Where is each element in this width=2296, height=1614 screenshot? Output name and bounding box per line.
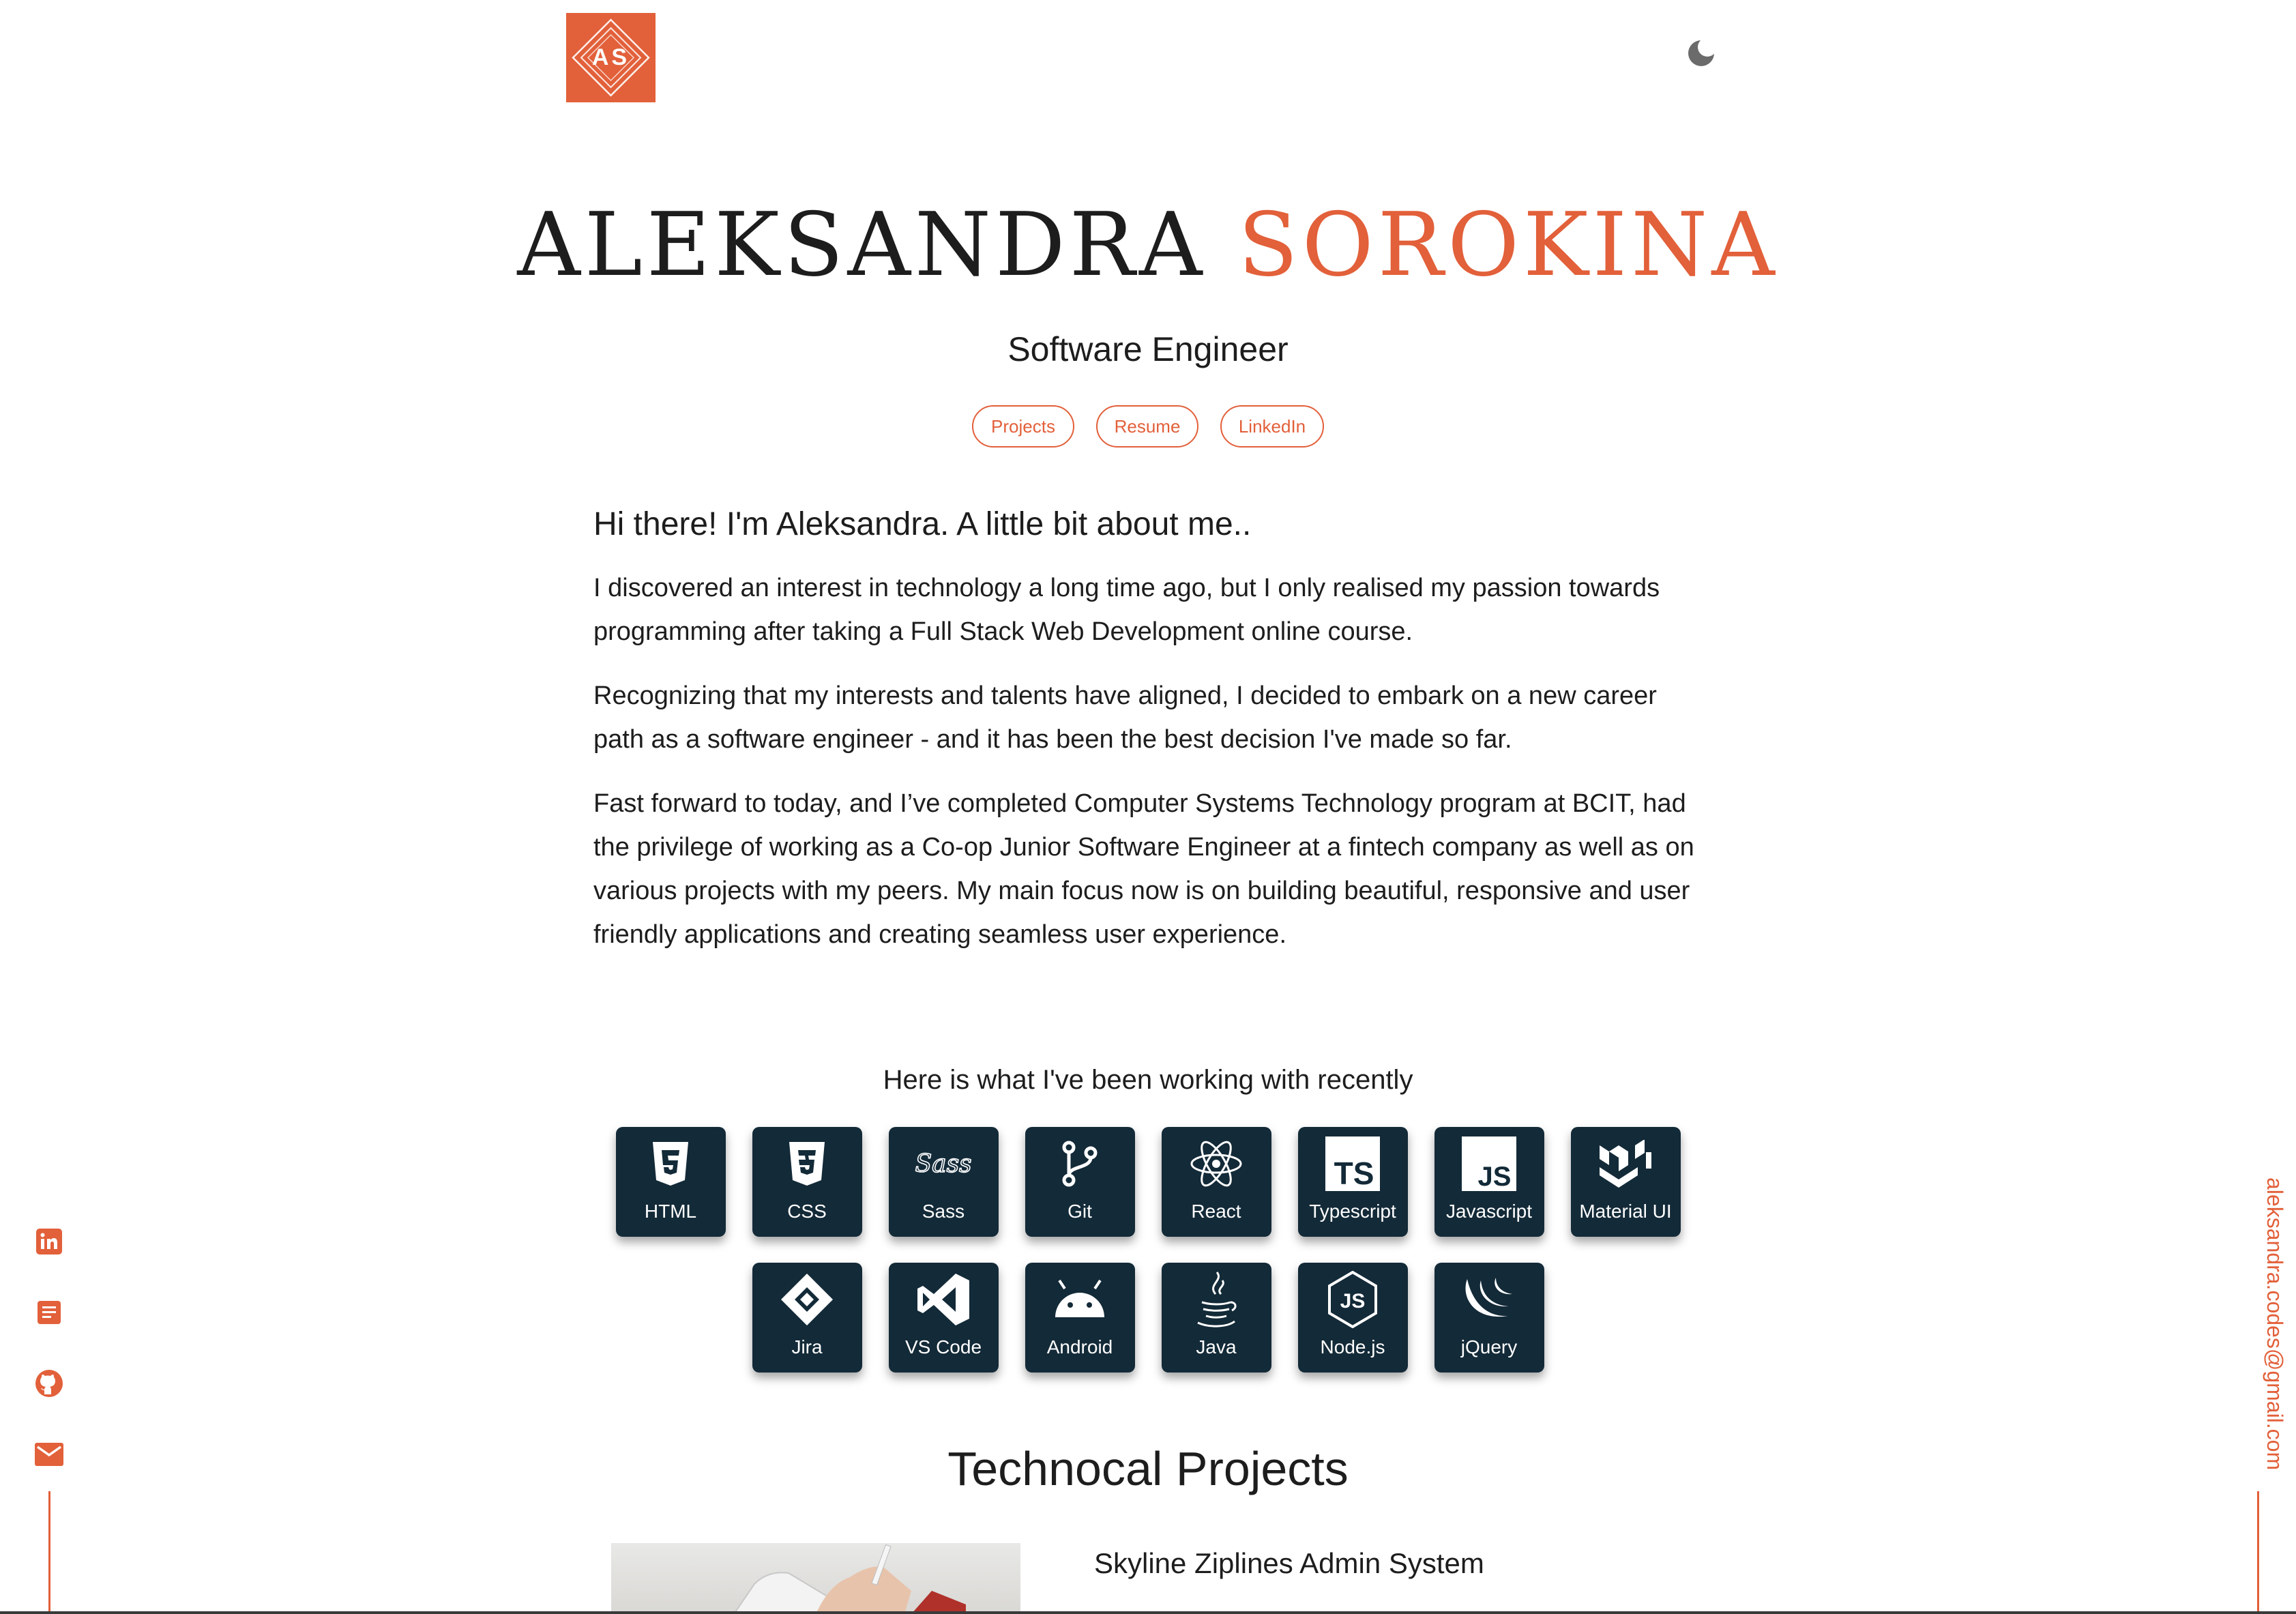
last-name: SOROKINA: [1238, 194, 1779, 296]
android-icon: [1051, 1271, 1108, 1328]
skill-tile-sass[interactable]: Sass Sass: [888, 1127, 999, 1237]
resume-button[interactable]: Resume: [1096, 405, 1198, 447]
java-icon: [1188, 1271, 1245, 1328]
css3-icon: [778, 1135, 836, 1192]
logo[interactable]: AS: [566, 13, 656, 102]
vscode-icon: [915, 1271, 972, 1328]
skill-tile-android[interactable]: Android: [1025, 1263, 1135, 1373]
project-title: Skyline Ziplines Admin System: [1094, 1547, 1484, 1579]
email-sidebar: aleksandra.codes@gmail.com: [2261, 1177, 2288, 1478]
right-divider-line: [2257, 1491, 2259, 1614]
nodejs-icon: JS: [1324, 1271, 1381, 1328]
skill-label: Node.js: [1320, 1336, 1385, 1358]
projects-button[interactable]: Projects: [972, 405, 1074, 447]
skill-label: HTML: [644, 1201, 697, 1222]
material-ui-icon: [1597, 1135, 1654, 1192]
svg-text:Sass: Sass: [915, 1150, 971, 1178]
skill-label: Typescript: [1309, 1201, 1396, 1222]
email-icon[interactable]: [33, 1438, 65, 1471]
hero-name: ALEKSANDRA SOROKINA: [0, 191, 2296, 300]
skill-label: Sass: [922, 1201, 965, 1222]
email-link[interactable]: aleksandra.codes@gmail.com: [2261, 1177, 2288, 1470]
html5-icon: [642, 1135, 699, 1192]
skill-tile-java[interactable]: Java: [1161, 1263, 1271, 1373]
skill-tile-javascript[interactable]: JS Javascript: [1434, 1127, 1544, 1237]
about-section: Hi there! I'm Aleksandra. A little bit a…: [593, 501, 1698, 977]
skill-tile-jira[interactable]: Jira: [752, 1263, 862, 1373]
skill-tile-html[interactable]: HTML: [615, 1127, 726, 1237]
skill-label: Jira: [791, 1336, 823, 1358]
about-paragraph-3: Fast forward to today, and I’ve complete…: [593, 789, 1694, 949]
logo-text: AS: [591, 44, 630, 70]
project-thumbnail[interactable]: [611, 1543, 1020, 1614]
theme-toggle-button[interactable]: [1685, 37, 1718, 70]
skill-label: Android: [1046, 1336, 1113, 1358]
jquery-icon: [1460, 1271, 1518, 1328]
svg-text:JS: JS: [1478, 1162, 1512, 1191]
left-divider-line: [48, 1491, 50, 1614]
skill-tile-css[interactable]: CSS: [752, 1127, 862, 1237]
tablet-hand-image: [733, 1544, 966, 1614]
skills-row-2: Jira VS Code Android Java JS Node.js jQu…: [752, 1263, 1544, 1373]
skill-label: React: [1191, 1201, 1241, 1222]
linkedin-icon[interactable]: [33, 1225, 65, 1258]
hero-buttons: Projects Resume LinkedIn: [0, 405, 2296, 447]
moon-icon: [1688, 38, 1717, 66]
jira-icon: [778, 1271, 836, 1328]
github-icon[interactable]: [33, 1367, 65, 1400]
skill-tile-git[interactable]: Git: [1025, 1127, 1135, 1237]
skill-label: Material UI: [1579, 1201, 1672, 1222]
skill-label: CSS: [787, 1201, 827, 1222]
social-sidebar: [31, 1225, 67, 1471]
skill-tile-vscode[interactable]: VS Code: [888, 1263, 999, 1373]
skills-grid: HTML CSS Sass Sass Git React TS Typescri…: [0, 1127, 2296, 1373]
sass-icon: Sass: [915, 1135, 972, 1192]
hero-subtitle: Software Engineer: [1007, 330, 1289, 368]
svg-text:TS: TS: [1334, 1156, 1374, 1191]
first-name: ALEKSANDRA: [517, 194, 1207, 296]
skill-label: jQuery: [1460, 1336, 1518, 1358]
about-heading: Hi there! I'm Aleksandra. A little bit a…: [593, 506, 1252, 542]
svg-text:JS: JS: [1340, 1290, 1366, 1312]
skills-title: Here is what I've been working with rece…: [883, 1065, 1413, 1095]
window-bottom-edge: [0, 1611, 2296, 1614]
skill-label: Java: [1196, 1336, 1237, 1358]
skill-label: Javascript: [1445, 1201, 1533, 1222]
skill-tile-react[interactable]: React: [1161, 1127, 1271, 1237]
skill-tile-typescript[interactable]: TS Typescript: [1297, 1127, 1408, 1237]
linkedin-button[interactable]: LinkedIn: [1220, 405, 1324, 447]
git-icon: [1051, 1135, 1108, 1192]
typescript-icon: TS: [1324, 1135, 1381, 1192]
skill-tile-material-ui[interactable]: Material UI: [1570, 1127, 1681, 1237]
skills-row-1: HTML CSS Sass Sass Git React TS Typescri…: [615, 1127, 1681, 1237]
resume-icon[interactable]: [33, 1296, 65, 1329]
about-paragraph-2: Recognizing that my interests and talent…: [593, 681, 1657, 754]
skill-label: Git: [1068, 1201, 1092, 1222]
about-paragraph-1: I discovered an interest in technology a…: [593, 574, 1660, 646]
skill-tile-jquery[interactable]: jQuery: [1434, 1263, 1544, 1373]
skill-tile-nodejs[interactable]: JS Node.js: [1297, 1263, 1408, 1373]
projects-title: Technocal Projects: [947, 1442, 1349, 1495]
react-icon: [1188, 1135, 1245, 1192]
javascript-icon: JS: [1460, 1135, 1518, 1192]
skill-label: VS Code: [904, 1336, 982, 1358]
